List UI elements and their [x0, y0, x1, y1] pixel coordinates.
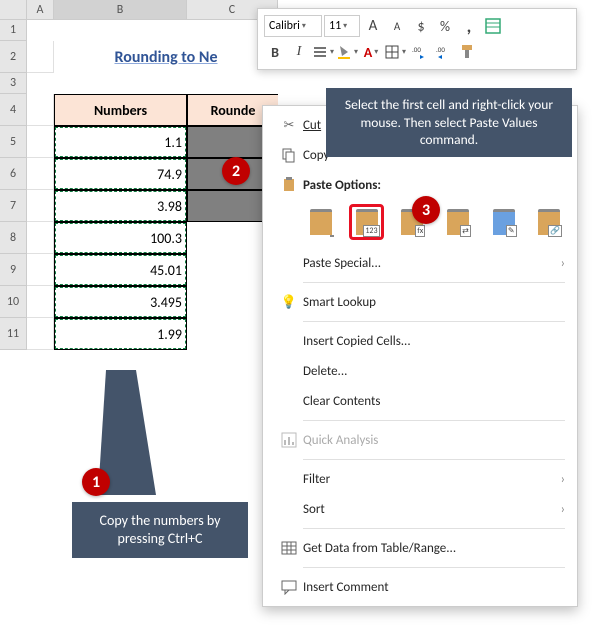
cell[interactable] [27, 126, 54, 158]
data-cell[interactable]: 1.99 [54, 318, 187, 350]
row-header[interactable]: 5 [0, 126, 27, 158]
chevron-right-icon: › [561, 472, 565, 487]
align-icon[interactable]: ▾ [312, 41, 334, 63]
lightbulb-icon: 💡 [275, 295, 303, 310]
cell[interactable] [27, 94, 54, 126]
data-cell[interactable]: 45.01 [54, 254, 187, 286]
paste-link-icon[interactable] [533, 206, 565, 238]
clipboard-icon [275, 177, 303, 193]
menu-paste-options-label: Paste Options: [263, 170, 577, 200]
cell[interactable] [27, 41, 54, 73]
paste-formatting-icon[interactable] [488, 206, 520, 238]
separator [303, 459, 565, 460]
sheet-title: Rounding to Ne [54, 41, 278, 73]
menu-delete[interactable]: Delete... [263, 356, 577, 386]
separator [303, 321, 565, 322]
step-badge-1: 1 [82, 468, 110, 496]
comment-icon [275, 579, 303, 595]
table-header[interactable]: Numbers [54, 94, 187, 126]
menu-filter[interactable]: Filter › [263, 464, 577, 494]
select-all-corner[interactable] [0, 0, 27, 20]
shrink-font-icon[interactable]: A [386, 15, 408, 37]
scissors-icon: ✂ [275, 118, 303, 133]
border-icon[interactable]: ▾ [384, 41, 406, 63]
font-color-icon[interactable]: A▾ [360, 41, 382, 63]
data-cell[interactable]: 3.98 [54, 190, 187, 222]
data-cell[interactable]: 3.495 [54, 286, 187, 318]
italic-button[interactable]: I [288, 41, 310, 63]
instruction-tooltip: Select the first cell and right-click yo… [326, 88, 572, 157]
callout-arrow [98, 370, 168, 510]
row-header[interactable]: 11 [0, 318, 27, 350]
grow-font-icon[interactable]: A [362, 15, 384, 37]
col-header-b[interactable]: B [54, 0, 187, 20]
separator [303, 567, 565, 568]
quick-analysis-icon [275, 432, 303, 448]
step-badge-3: 3 [412, 196, 440, 224]
data-cell[interactable]: 1.1 [54, 126, 187, 158]
table-style-icon[interactable] [482, 15, 504, 37]
menu-insert-cells[interactable]: Insert Copied Cells... [263, 326, 577, 356]
cell[interactable] [27, 318, 54, 350]
row-header[interactable]: 10 [0, 286, 27, 318]
row-header[interactable]: 8 [0, 222, 27, 254]
data-cell[interactable]: 74.9 [54, 158, 187, 190]
row-header[interactable]: 1 [0, 20, 27, 41]
font-select[interactable]: Calibri▾ [264, 15, 322, 37]
size-select[interactable]: 11▾ [324, 15, 360, 37]
menu-get-data[interactable]: Get Data from Table/Range... [263, 533, 577, 563]
step1-instruction: Copy the numbers by pressing Ctrl+C [72, 502, 248, 558]
fill-color-icon[interactable]: ▾ [336, 41, 358, 63]
svg-text:.00: .00 [412, 45, 421, 54]
menu-smart-lookup[interactable]: 💡 Smart Lookup [263, 287, 577, 317]
decrease-decimal-icon[interactable]: .00 [432, 41, 454, 63]
row-header[interactable]: 3 [0, 73, 27, 94]
comma-icon[interactable]: , [458, 15, 480, 37]
row-header[interactable]: 7 [0, 190, 27, 222]
separator [303, 282, 565, 283]
bold-button[interactable]: B [264, 41, 286, 63]
context-menu: ✂ Cut Copy Paste Options: Paste Special.… [262, 105, 578, 607]
svg-text:.00: .00 [436, 45, 445, 54]
menu-clear[interactable]: Clear Contents [263, 386, 577, 416]
paste-values-icon[interactable] [351, 206, 383, 238]
chevron-right-icon: › [561, 256, 565, 271]
format-painter-icon[interactable] [456, 41, 478, 63]
col-header-a[interactable]: A [27, 0, 54, 20]
menu-paste-special[interactable]: Paste Special... › [263, 248, 577, 278]
separator [303, 420, 565, 421]
chevron-right-icon: › [561, 502, 565, 517]
cell[interactable] [27, 158, 54, 190]
row-header[interactable]: 6 [0, 158, 27, 190]
cell[interactable] [27, 286, 54, 318]
percent-icon[interactable]: % [434, 15, 456, 37]
row-header[interactable]: 9 [0, 254, 27, 286]
paste-all-icon[interactable] [305, 206, 337, 238]
menu-quick-analysis: Quick Analysis [263, 425, 577, 455]
cell[interactable] [27, 254, 54, 286]
currency-icon[interactable]: $ [410, 15, 432, 37]
row-header[interactable]: 4 [0, 94, 27, 126]
mini-toolbar: Calibri▾ 11▾ A A $ % , B I ▾ ▾ A▾ ▾ .00 … [257, 8, 577, 70]
table-icon [275, 540, 303, 556]
increase-decimal-icon[interactable]: .00 [408, 41, 430, 63]
paste-transpose-icon[interactable] [442, 206, 474, 238]
cell[interactable] [27, 222, 54, 254]
step-badge-2: 2 [222, 157, 250, 185]
copy-icon [275, 147, 303, 163]
menu-insert-comment[interactable]: Insert Comment [263, 572, 577, 602]
row-header[interactable]: 2 [0, 41, 27, 73]
data-cell[interactable]: 100.3 [54, 222, 187, 254]
cell[interactable] [27, 190, 54, 222]
separator [303, 528, 565, 529]
menu-sort[interactable]: Sort › [263, 494, 577, 524]
